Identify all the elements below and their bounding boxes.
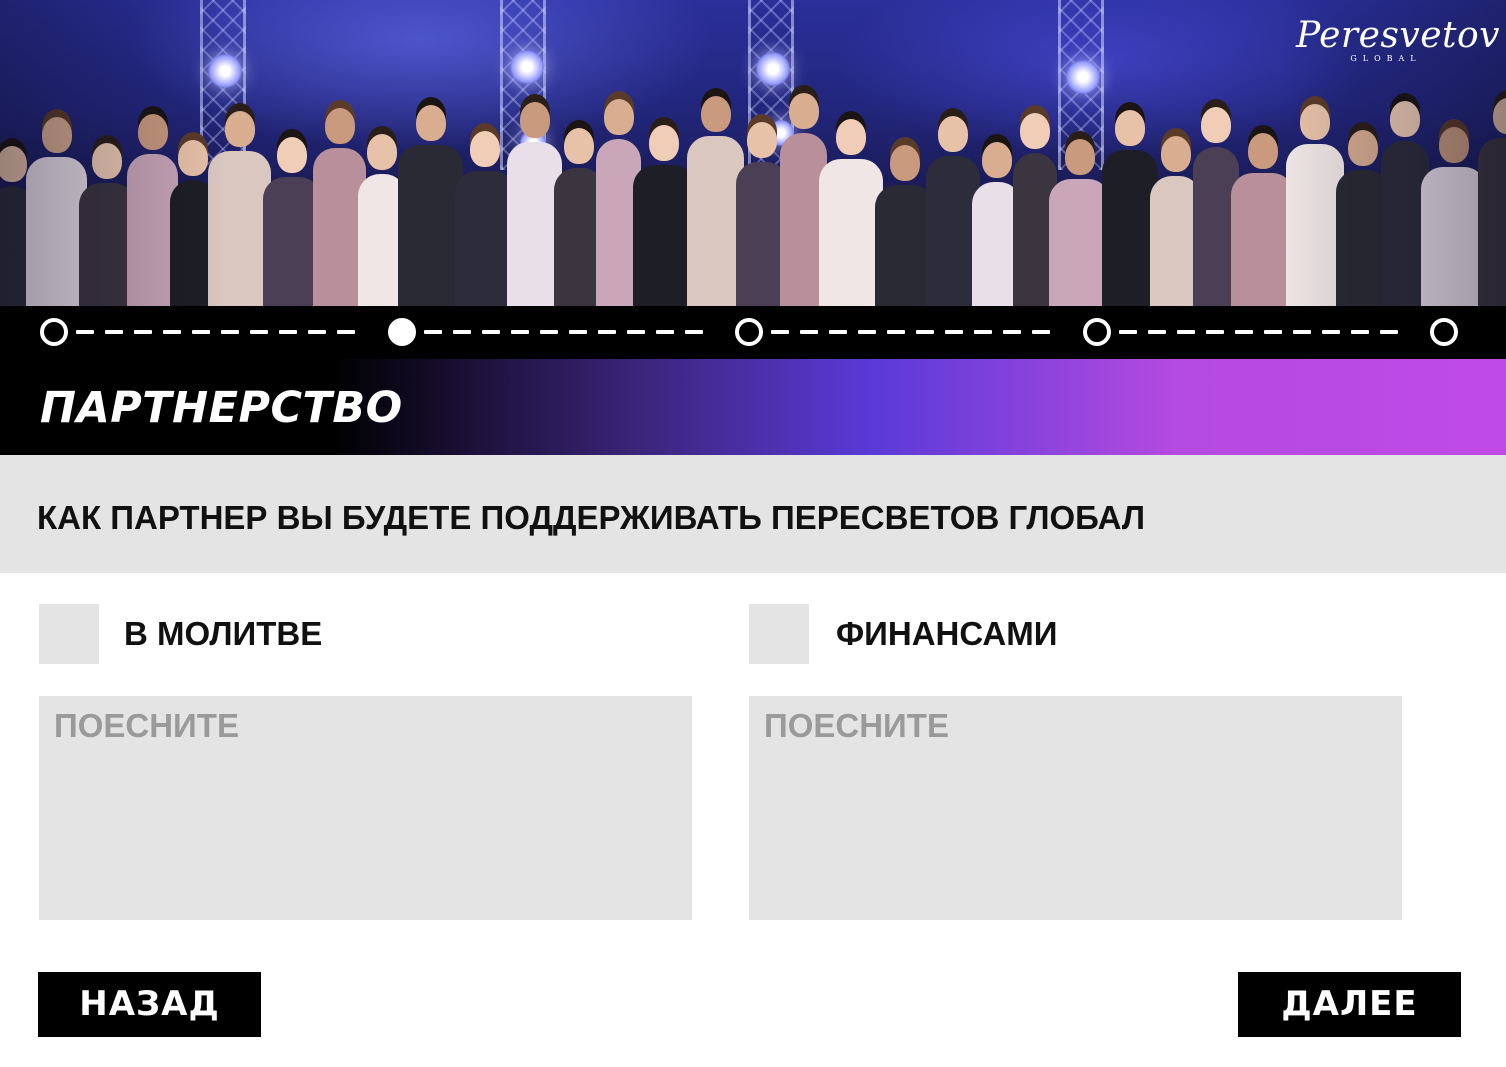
progress-dash bbox=[76, 330, 94, 334]
progress-dash bbox=[800, 330, 818, 334]
progress-dash bbox=[423, 330, 442, 334]
progress-dash bbox=[279, 330, 297, 334]
progress-dash bbox=[974, 330, 992, 334]
progress-dash bbox=[221, 330, 239, 334]
progress-dash bbox=[1263, 330, 1282, 334]
progress-dash bbox=[1176, 330, 1195, 334]
progress-dash bbox=[308, 330, 326, 334]
question-band: КАК ПАРТНЕР ВЫ БУДЕТЕ ПОДДЕРЖИВАТЬ ПЕРЕС… bbox=[0, 455, 1506, 573]
progress-dash bbox=[134, 330, 152, 334]
section-title: ПАРТНЕРСТВО bbox=[40, 383, 403, 433]
progress-dash bbox=[1292, 330, 1311, 334]
progress-dash bbox=[1379, 330, 1398, 334]
progress-dash bbox=[1118, 330, 1137, 334]
progress-dash bbox=[250, 330, 268, 334]
progress-dash bbox=[1350, 330, 1369, 334]
question-text: КАК ПАРТНЕР ВЫ БУДЕТЕ ПОДДЕРЖИВАТЬ ПЕРЕС… bbox=[37, 499, 1146, 536]
progress-dash bbox=[510, 330, 529, 334]
finance-checkbox[interactable] bbox=[749, 604, 809, 664]
progress-dash bbox=[1205, 330, 1224, 334]
prayer-explain-field[interactable] bbox=[39, 696, 692, 920]
hero-photo: Peresvetov GLOBAL bbox=[0, 0, 1506, 306]
progress-dash bbox=[858, 330, 876, 334]
progress-dash bbox=[887, 330, 905, 334]
progress-dash bbox=[337, 330, 355, 334]
back-button[interactable]: НАЗАД bbox=[38, 972, 261, 1037]
next-button[interactable]: ДАЛЕЕ bbox=[1238, 972, 1461, 1037]
progress-stepper bbox=[0, 306, 1506, 359]
progress-dash bbox=[481, 330, 500, 334]
progress-dash bbox=[771, 330, 789, 334]
progress-dash bbox=[192, 330, 210, 334]
progress-dash bbox=[626, 330, 645, 334]
progress-dash bbox=[1321, 330, 1340, 334]
progress-dash bbox=[539, 330, 558, 334]
progress-step-dot bbox=[735, 318, 763, 346]
progress-dash bbox=[684, 330, 703, 334]
progress-dash bbox=[452, 330, 471, 334]
progress-dash bbox=[655, 330, 674, 334]
prayer-checkbox[interactable] bbox=[39, 604, 99, 664]
progress-step-dot bbox=[1082, 318, 1111, 346]
progress-dash bbox=[568, 330, 587, 334]
progress-dash bbox=[597, 330, 616, 334]
progress-dash bbox=[105, 330, 123, 334]
progress-dash bbox=[1003, 330, 1021, 334]
section-header: ПАРТНЕРСТВО bbox=[0, 359, 1506, 455]
progress-dash bbox=[1234, 330, 1253, 334]
progress-step-dot bbox=[1430, 318, 1458, 346]
progress-dash bbox=[829, 330, 847, 334]
prayer-option-label: В МОЛИТВЕ bbox=[124, 615, 323, 652]
finance-explain-field[interactable] bbox=[749, 696, 1402, 920]
progress-dash bbox=[945, 330, 963, 334]
finance-option-label: ФИНАНСАМИ bbox=[836, 615, 1058, 652]
progress-dash bbox=[1032, 330, 1050, 334]
progress-dash bbox=[163, 330, 181, 334]
peresvetov-logo: Peresvetov GLOBAL bbox=[1296, 14, 1501, 78]
progress-step-dot bbox=[387, 318, 416, 346]
progress-dash bbox=[916, 330, 934, 334]
logo-script: Peresvetov bbox=[1296, 15, 1501, 56]
progress-step-dot bbox=[40, 318, 68, 346]
progress-dash bbox=[1147, 330, 1166, 334]
